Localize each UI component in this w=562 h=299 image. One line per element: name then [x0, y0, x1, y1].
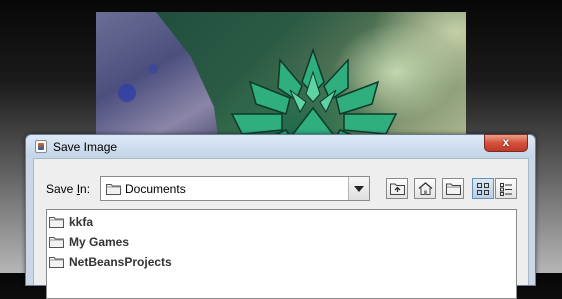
file-name: NetBeansProjects [69, 254, 172, 269]
title-bar[interactable]: Save Image x [26, 134, 535, 158]
details-view-icon [499, 182, 513, 196]
home-button[interactable] [414, 178, 436, 199]
save-in-label-suffix: n: [80, 182, 91, 196]
save-in-combobox[interactable]: Documents [100, 176, 370, 201]
dialog-title: Save Image [53, 140, 118, 154]
list-item[interactable]: My Games [49, 233, 129, 250]
dialog-content: Save In: Documents kkfa My Games NetBean… [33, 158, 529, 299]
save-in-label-prefix: Save [46, 182, 77, 196]
list-view-button[interactable] [472, 178, 494, 199]
rock-spot [148, 64, 158, 74]
rock-spot [118, 84, 136, 102]
java-app-icon [35, 140, 47, 153]
list-item[interactable]: kkfa [49, 213, 93, 230]
list-item[interactable]: NetBeansProjects [49, 253, 172, 270]
folder-icon [49, 216, 64, 228]
chevron-down-icon[interactable] [348, 177, 369, 200]
folder-up-icon [389, 182, 405, 195]
folder-icon [49, 256, 64, 268]
home-icon [418, 182, 433, 195]
folder-icon [49, 236, 64, 248]
folder-icon [106, 183, 121, 195]
file-list[interactable]: kkfa My Games NetBeansProjects [46, 209, 517, 299]
list-view-icon [476, 182, 490, 196]
save-image-dialog: Save Image x Save In: Documents kkfa My … [25, 134, 536, 299]
close-button[interactable]: x [484, 134, 528, 152]
file-name: My Games [69, 234, 130, 249]
details-view-button[interactable] [495, 178, 517, 199]
new-folder-button[interactable] [442, 178, 464, 199]
new-folder-icon [445, 182, 461, 195]
up-one-level-button[interactable] [386, 178, 408, 199]
save-in-label: Save In: [46, 182, 90, 196]
save-in-value: Documents [125, 182, 186, 196]
file-name: kkfa [69, 214, 94, 229]
